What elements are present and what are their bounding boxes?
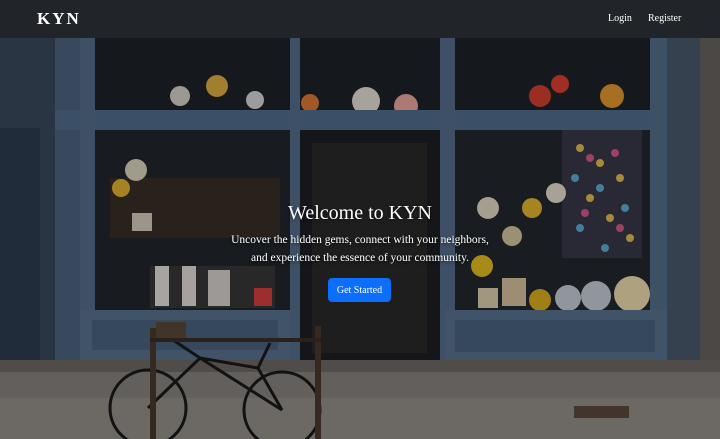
top-navbar: KYN Login Register — [0, 0, 720, 38]
hero-title: Welcome to KYN — [288, 202, 432, 224]
hero-section: Welcome to KYN Uncover the hidden gems, … — [0, 38, 720, 439]
brand-logo[interactable]: KYN — [37, 9, 81, 29]
login-link[interactable]: Login — [608, 13, 632, 24]
hero-subtitle-line-1: Uncover the hidden gems, connect with yo… — [231, 234, 489, 246]
hero-subtitle-line-2: and experience the essence of your commu… — [251, 252, 469, 264]
get-started-button[interactable]: Get Started — [328, 278, 391, 302]
register-link[interactable]: Register — [648, 13, 681, 24]
